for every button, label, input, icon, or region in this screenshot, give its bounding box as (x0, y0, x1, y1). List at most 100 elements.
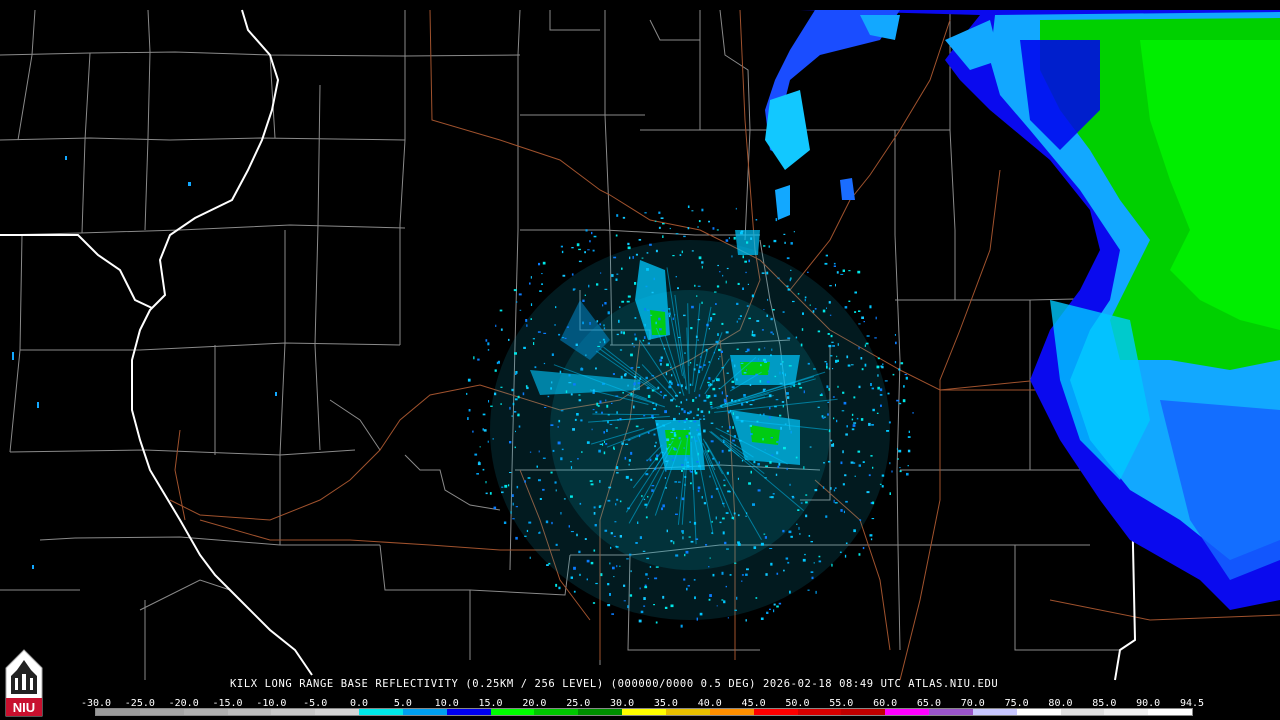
clutter-pixel (595, 411, 598, 414)
clutter-pixel (798, 526, 800, 530)
clutter-pixel (770, 331, 773, 334)
clutter-pixel (528, 521, 532, 524)
clutter-pixel (584, 538, 587, 540)
clutter-pixel (643, 498, 646, 500)
clutter-pixel (595, 367, 597, 370)
clutter-pixel (833, 265, 836, 267)
clutter-pixel (685, 418, 688, 420)
clutter-pixel (593, 235, 597, 238)
clutter-pixel (570, 495, 573, 498)
clutter-pixel (710, 440, 714, 443)
clutter-pixel (871, 387, 874, 390)
clutter-pixel (789, 483, 791, 486)
clutter-pixel (621, 300, 625, 303)
clutter-pixel (881, 366, 884, 369)
clutter-pixel (853, 422, 857, 424)
clutter-pixel (733, 512, 736, 515)
clutter-pixel (550, 424, 554, 426)
clutter-pixel (584, 251, 586, 254)
clutter-pixel (810, 541, 813, 543)
clutter-pixel (661, 507, 663, 511)
clutter-pixel (651, 485, 655, 487)
clutter-pixel (745, 515, 747, 517)
clutter-pixel (866, 491, 870, 494)
clutter-pixel (753, 460, 756, 464)
clutter-pixel (579, 573, 581, 576)
clutter-pixel (630, 478, 633, 481)
clutter-pixel (686, 464, 690, 468)
clutter-pixel (653, 604, 655, 606)
clutter-pixel (764, 536, 767, 539)
clutter-pixel (736, 320, 738, 323)
clutter-pixel (616, 273, 619, 275)
clutter-pixel (644, 212, 647, 214)
clutter-pixel (843, 510, 845, 514)
clutter-pixel (645, 516, 648, 519)
clutter-pixel (629, 256, 631, 260)
clutter-pixel (499, 309, 503, 312)
clutter-pixel (691, 305, 694, 309)
legend-color-14 (709, 709, 754, 715)
clutter-pixel (769, 407, 771, 410)
legend-label: 75.0 (1004, 698, 1029, 709)
clutter-pixel (728, 237, 730, 240)
clutter-pixel (746, 241, 749, 244)
clutter-pixel (795, 336, 798, 339)
clutter-pixel (842, 269, 845, 272)
clutter-pixel (603, 327, 606, 330)
clutter-pixel (476, 473, 479, 475)
clutter-pixel (725, 280, 727, 284)
clutter-pixel (661, 451, 664, 454)
clutter-pixel (860, 357, 863, 360)
clutter-pixel (529, 451, 532, 453)
clutter-pixel (510, 511, 512, 514)
clutter-pixel (709, 557, 711, 559)
clutter-pixel (616, 466, 619, 469)
clutter-pixel (560, 245, 563, 248)
clutter-pixel (719, 271, 721, 273)
clutter-pixel (611, 613, 614, 615)
clutter-pixel (840, 273, 844, 275)
clutter-pixel (635, 253, 638, 256)
clutter-pixel (784, 373, 786, 377)
clutter-pixel (891, 470, 893, 473)
clutter-pixel (907, 449, 911, 453)
clutter-pixel (619, 349, 623, 351)
clutter-pixel (615, 546, 619, 548)
clutter-pixel (550, 387, 552, 390)
clutter-pixel (745, 271, 747, 274)
clutter-pixel (536, 465, 538, 468)
legend-label: 45.0 (741, 698, 766, 709)
clutter-pixel (533, 342, 535, 345)
clutter-pixel (645, 473, 649, 476)
clutter-pixel (561, 250, 564, 254)
clutter-pixel (762, 388, 766, 390)
clutter-pixel (717, 378, 720, 382)
clutter-pixel (741, 574, 744, 576)
clutter-pixel (803, 390, 805, 394)
clutter-pixel (552, 449, 555, 452)
clutter-pixel (586, 559, 590, 563)
clutter-pixel (805, 514, 808, 518)
clutter-pixel (790, 269, 792, 271)
clutter-pixel (824, 262, 828, 265)
clutter-pixel (647, 496, 649, 498)
clutter-pixel (659, 391, 662, 393)
clutter-pixel (779, 382, 783, 384)
clutter-pixel (572, 288, 575, 291)
clutter-pixel (858, 310, 861, 312)
clutter-pixel (512, 402, 515, 406)
clutter-pixel (697, 408, 700, 411)
clutter-pixel (851, 428, 855, 431)
clutter-pixel (842, 483, 845, 486)
clutter-pixel (655, 566, 659, 568)
clutter-pixel (646, 252, 649, 254)
clutter-pixel (827, 413, 829, 416)
clutter-pixel (675, 554, 679, 557)
clutter-pixel (828, 301, 831, 304)
clutter-pixel (697, 486, 701, 490)
clutter-pixel (538, 262, 541, 266)
radar-map (0, 9, 1280, 681)
clutter-pixel (697, 489, 700, 493)
clutter-pixel (858, 346, 860, 350)
